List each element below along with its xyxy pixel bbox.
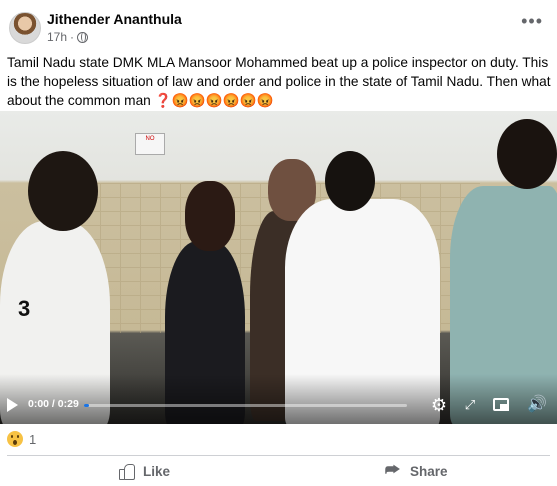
reaction-summary[interactable]: 1 (7, 431, 36, 447)
wow-reaction-icon (7, 431, 23, 447)
post-time[interactable]: 17h (47, 30, 67, 44)
post-body: Tamil Nadu state DMK MLA Mansoor Mohamme… (7, 55, 551, 108)
video-controls: 0:00 / 0:29 ⚙ ⤢ 🔊 (0, 393, 557, 417)
meta-separator: · (70, 30, 75, 44)
play-icon[interactable] (7, 398, 18, 412)
globe-icon (77, 31, 89, 43)
settings-gear-icon[interactable]: ⚙ (430, 396, 448, 414)
person-head (325, 151, 375, 211)
post-action-bar: Like ⮫ Share (0, 459, 557, 486)
share-button[interactable]: ⮫ Share (385, 463, 448, 479)
post-header: Jithender Ananthula 17h · ••• (0, 0, 557, 48)
share-arrow-icon: ⮫ (385, 462, 400, 479)
like-label: Like (143, 463, 171, 479)
picture-in-picture-icon[interactable] (492, 396, 510, 414)
video-time: 0:00 / 0:29 (28, 398, 79, 410)
wall-sign: NO (135, 133, 165, 155)
video-progress-bar[interactable] (84, 404, 407, 407)
share-label: Share (410, 463, 448, 479)
video-progress-fill (84, 404, 89, 407)
person-head (185, 181, 235, 251)
like-button[interactable]: Like (119, 463, 171, 480)
more-options-icon[interactable]: ••• (521, 12, 543, 30)
video-player[interactable]: NO 3 (0, 111, 557, 424)
author-name[interactable]: Jithender Ananthula (47, 11, 182, 27)
jersey-number: 3 (18, 296, 31, 321)
post-meta: 17h · (47, 30, 89, 44)
volume-icon[interactable]: 🔊 (527, 396, 547, 414)
expand-icon[interactable]: ⤢ (461, 396, 479, 414)
action-divider (7, 455, 550, 456)
post-emojis: ❓😡😡😡😡😡😡 (154, 93, 274, 108)
person-head (28, 151, 98, 231)
author-avatar[interactable] (9, 12, 41, 44)
thumbs-up-icon (119, 463, 135, 480)
post-text: Tamil Nadu state DMK MLA Mansoor Mohamme… (7, 53, 552, 110)
person-head (497, 119, 557, 189)
reaction-count: 1 (29, 431, 37, 447)
